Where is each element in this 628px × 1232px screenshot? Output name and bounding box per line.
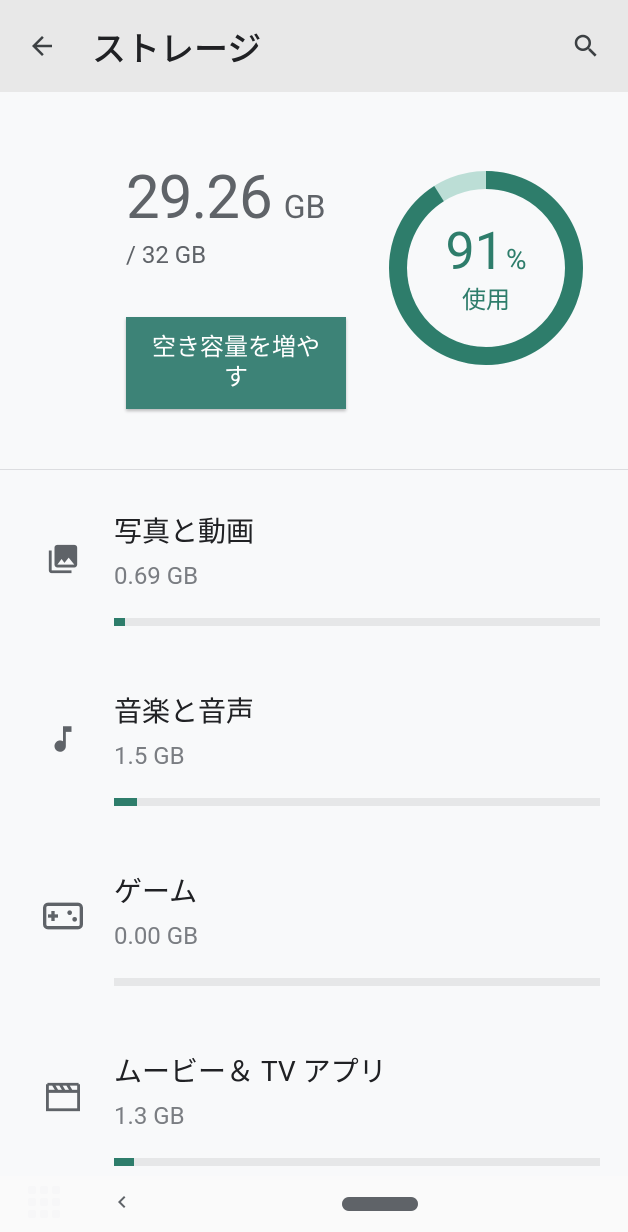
category-usage-bar (114, 618, 600, 626)
nav-home-pill[interactable] (342, 1197, 418, 1211)
category-icon (28, 542, 98, 576)
page-title: ストレージ (92, 22, 562, 71)
category-usage-bar-fill (114, 1158, 134, 1166)
category-title: 音楽と音声 (114, 690, 600, 730)
music-note-icon (46, 722, 80, 756)
usage-percent-value: 91 (446, 221, 504, 282)
total-value: / 32 GB (126, 241, 376, 269)
used-value: 29.26 (126, 162, 272, 233)
arrow-back-icon (27, 31, 57, 61)
category-title: ゲーム (114, 870, 600, 910)
gamepad-icon (43, 902, 83, 930)
system-navbar (0, 1176, 628, 1232)
category-title: ムービー＆ TV アプリ (114, 1050, 600, 1090)
category-title: 写真と動画 (114, 510, 600, 550)
category-body: 音楽と音声 1.5 GB (114, 690, 600, 806)
usage-percent-label: 使用 (462, 280, 510, 315)
search-button[interactable] (562, 22, 610, 70)
category-icon (28, 902, 98, 930)
category-size: 1.5 GB (114, 742, 600, 770)
category-body: ゲーム 0.00 GB (114, 870, 600, 986)
images-icon (46, 542, 80, 576)
category-row[interactable]: 写真と動画 0.69 GB (0, 482, 628, 662)
category-body: 写真と動画 0.69 GB (114, 510, 600, 626)
category-usage-bar (114, 978, 600, 986)
search-icon (571, 31, 601, 61)
storage-summary: 29.26 GB / 32 GB 空き容量を増やす 91 % 使用 (0, 92, 628, 470)
nav-back-button[interactable] (110, 1190, 134, 1218)
clapperboard-icon (46, 1082, 80, 1112)
app-header: ストレージ (0, 0, 628, 92)
category-size: 1.3 GB (114, 1102, 600, 1130)
category-size: 0.69 GB (114, 562, 600, 590)
category-row[interactable]: 音楽と音声 1.5 GB (0, 662, 628, 842)
category-icon (28, 1082, 98, 1112)
used-unit: GB (284, 188, 326, 226)
chevron-left-icon (110, 1190, 134, 1214)
storage-summary-text: 29.26 GB / 32 GB 空き容量を増やす (32, 162, 376, 409)
category-usage-bar (114, 798, 600, 806)
category-icon (28, 722, 98, 756)
usage-ring: 91 % 使用 (386, 168, 586, 368)
category-row[interactable]: ムービー＆ TV アプリ 1.3 GB (0, 1022, 628, 1202)
free-up-space-button[interactable]: 空き容量を増やす (126, 317, 346, 409)
category-usage-bar-fill (114, 798, 137, 806)
category-row[interactable]: ゲーム 0.00 GB (0, 842, 628, 1022)
usage-percent-sign: % (506, 243, 527, 276)
category-body: ムービー＆ TV アプリ 1.3 GB (114, 1050, 600, 1166)
category-usage-bar-fill (114, 618, 125, 626)
category-size: 0.00 GB (114, 922, 600, 950)
category-list: 写真と動画 0.69 GB 音楽と音声 1.5 GB ゲーム 0.00 GB ムービー＆ T… (0, 470, 628, 1232)
back-button[interactable] (18, 22, 66, 70)
category-usage-bar (114, 1158, 600, 1166)
